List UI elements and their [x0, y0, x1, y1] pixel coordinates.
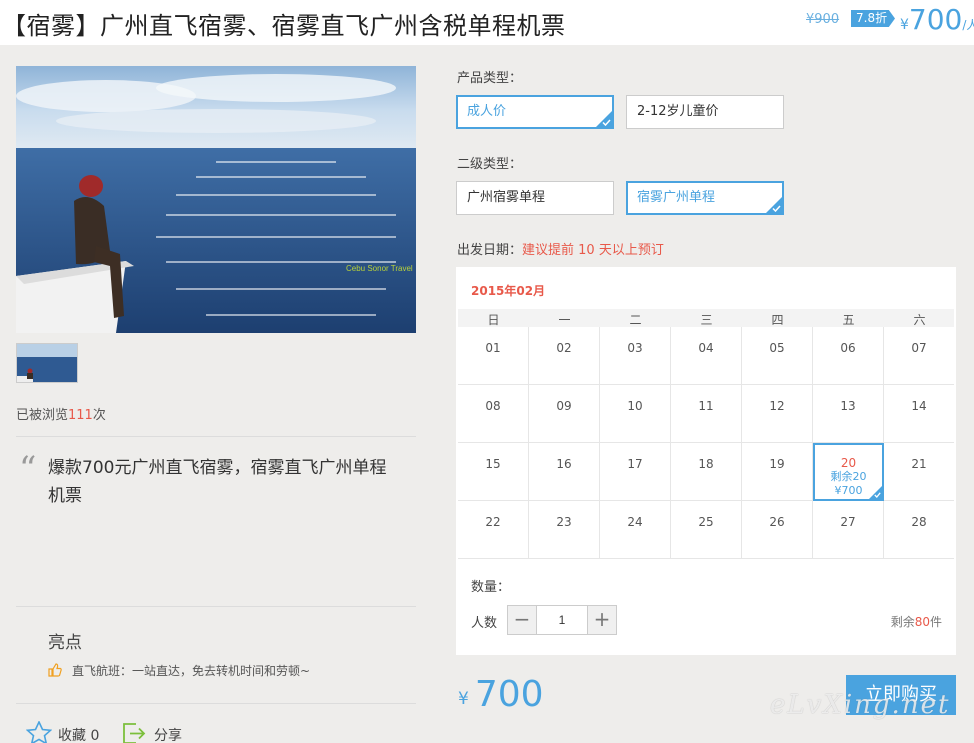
quantity-stepper: − +: [507, 605, 617, 635]
calendar-day[interactable]: 10: [600, 385, 671, 443]
calendar-day[interactable]: 13: [813, 385, 884, 443]
seats-remaining: 剩余20: [830, 470, 867, 483]
view-count-number: 111: [68, 408, 93, 423]
calendar-day[interactable]: 28: [884, 501, 954, 559]
watermark: eLvXing.net: [770, 690, 951, 720]
page-title: 【宿雾】广州直飞宿雾、宿雾直飞广州含税单程机票: [2, 12, 566, 40]
calendar-day[interactable]: 06: [813, 327, 884, 385]
calendar-day[interactable]: 26: [742, 501, 813, 559]
calendar-day[interactable]: 15: [458, 443, 529, 501]
increment-button[interactable]: +: [587, 606, 616, 634]
original-price: ¥900: [806, 12, 840, 27]
price-unit: /人: [962, 18, 974, 32]
calendar-day[interactable]: 14: [884, 385, 954, 443]
calendar-day[interactable]: 12: [742, 385, 813, 443]
divider: [16, 703, 416, 704]
header-price: ¥700/人: [900, 3, 974, 36]
selected-day-number: 20: [840, 456, 857, 470]
option-cebu-guangzhou[interactable]: 宿雾广州单程: [626, 181, 784, 215]
calendar-day[interactable]: 11: [671, 385, 742, 443]
view-count: 已被浏览111次: [16, 408, 106, 423]
highlights-title: 亮点: [48, 633, 82, 653]
calendar-day[interactable]: 03: [600, 327, 671, 385]
calendar-day[interactable]: 17: [600, 443, 671, 501]
star-icon: [25, 720, 53, 743]
departure-date-label: 出发日期：建议提前 10 天以上预订: [457, 243, 664, 258]
calendar-day[interactable]: 22: [458, 501, 529, 559]
calendar-day[interactable]: 09: [529, 385, 600, 443]
divider: [16, 436, 416, 437]
total-price-value: 700: [474, 674, 544, 715]
calendar-day[interactable]: 16: [529, 443, 600, 501]
quantity-label: 数量：: [471, 580, 511, 595]
calendar-day[interactable]: 18: [671, 443, 742, 501]
option-child-price[interactable]: 2-12岁儿童价: [626, 95, 784, 129]
weekday: 日: [487, 313, 500, 327]
thumbs-up-icon: [48, 663, 62, 680]
main-photo: Cebu Sonor Travel: [16, 66, 416, 333]
calendar-day[interactable]: 24: [600, 501, 671, 559]
check-icon: [874, 492, 881, 498]
quantity-input[interactable]: [538, 606, 586, 634]
product-type-label: 产品类型：: [457, 71, 523, 86]
total-price: ¥700: [458, 674, 544, 715]
weekday: 五: [842, 313, 855, 327]
calendar-day-selected[interactable]: 20 剩余20 ¥700: [813, 443, 884, 501]
option-adult-price[interactable]: 成人价: [456, 95, 614, 129]
calendar-day[interactable]: 21: [884, 443, 954, 501]
product-summary: 爆款700元广州直飞宿雾，宿雾直飞广州单程机票: [48, 458, 387, 506]
divider: [16, 606, 416, 607]
currency-symbol: ¥: [458, 689, 469, 709]
share-label: 分享: [154, 728, 182, 743]
check-icon: [772, 205, 781, 212]
header-bar: 【宿雾】广州直飞宿雾、宿雾直飞广州含税单程机票 ¥900 7.8折 ¥700/人: [0, 0, 974, 45]
currency-symbol: ¥: [900, 17, 909, 33]
quote-icon: “: [19, 449, 37, 489]
discount-badge: 7.8折: [851, 10, 895, 27]
calendar-day[interactable]: 25: [671, 501, 742, 559]
day-price: ¥700: [834, 484, 863, 497]
calendar-day[interactable]: 23: [529, 501, 600, 559]
weekday: 三: [700, 313, 713, 327]
option-guangzhou-cebu[interactable]: 广州宿雾单程: [456, 181, 614, 215]
calendar-day[interactable]: 08: [458, 385, 529, 443]
price-value: 700: [908, 3, 963, 36]
booking-panel: 2015年02月 日 一 二 三 四 五 六 01 02 03 04 05 06…: [456, 267, 956, 655]
favorite-label: 收藏 0: [58, 728, 100, 743]
calendar-grid: 01 02 03 04 05 06 07 08 09 10 11 12 13 1…: [458, 327, 954, 559]
decrement-button[interactable]: −: [508, 606, 537, 634]
share-button[interactable]: 分享: [122, 721, 182, 743]
calendar-day[interactable]: 07: [884, 327, 954, 385]
sea-photo-illustration: Cebu Sonor Travel: [16, 66, 416, 333]
share-icon: [123, 723, 146, 743]
weekday-header: 日 一 二 三 四 五 六: [458, 309, 954, 327]
favorite-button[interactable]: 收藏 0: [25, 720, 99, 743]
calendar-day[interactable]: 05: [742, 327, 813, 385]
stock-count: 80: [914, 615, 930, 629]
calendar-day[interactable]: 02: [529, 327, 600, 385]
stock-remaining: 剩余80件: [890, 615, 942, 629]
calendar-day[interactable]: 04: [671, 327, 742, 385]
weekday: 六: [913, 313, 926, 327]
calendar-day[interactable]: 19: [742, 443, 813, 501]
calendar-month: 2015年02月: [471, 284, 546, 298]
calendar-day[interactable]: 01: [458, 327, 529, 385]
sub-type-label: 二级类型：: [457, 157, 523, 172]
people-label: 人数: [471, 616, 498, 631]
weekday: 二: [629, 313, 642, 327]
booking-hint: 建议提前 10 天以上预订: [522, 243, 664, 258]
photo-thumbnail[interactable]: [16, 343, 78, 383]
check-icon: [602, 119, 611, 126]
weekday: 一: [558, 313, 571, 327]
photo-logo: Cebu Sonor Travel: [346, 264, 413, 273]
calendar-day[interactable]: 27: [813, 501, 884, 559]
weekday: 四: [771, 313, 784, 327]
